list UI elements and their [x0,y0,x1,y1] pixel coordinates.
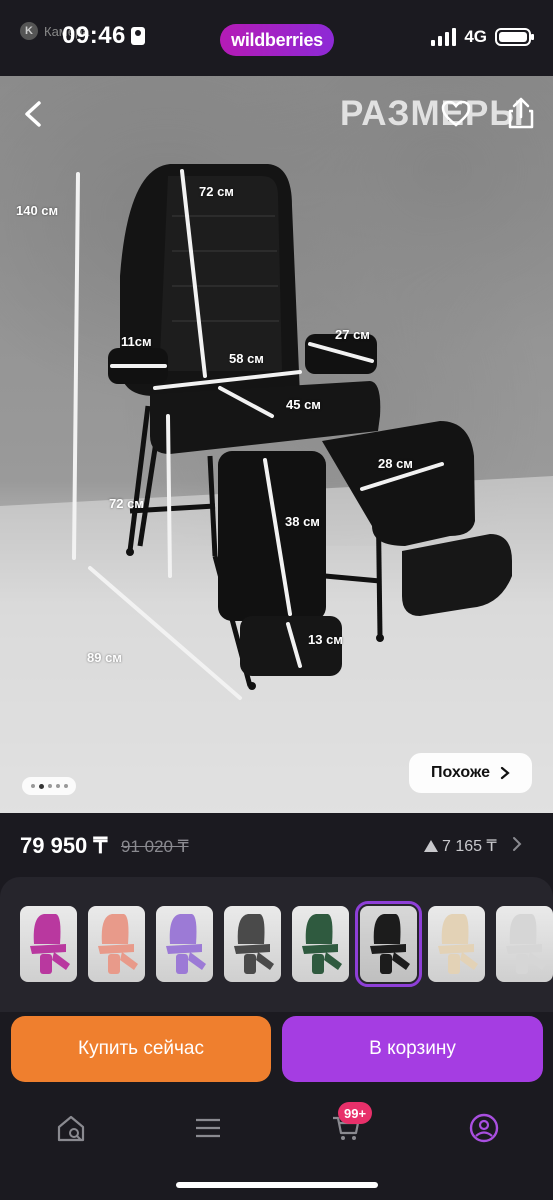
tab-profile[interactable] [468,1112,500,1144]
pagination-dot-active [38,783,44,789]
chair-thumbnail-icon [302,914,342,974]
color-variants [20,901,553,987]
chair-thumbnail-icon [234,914,274,974]
chair-thumbnail-icon [438,914,478,974]
status-bar: K Камера 09:46 wildberries 4G [0,0,553,76]
share-button[interactable] [505,96,537,130]
tab-home[interactable] [55,1112,87,1144]
color-variant-thumb[interactable] [224,906,281,982]
color-variant-thumb[interactable] [355,901,422,987]
action-bar: Купить сейчас В корзину [0,1012,553,1094]
old-price: 91 020 ₸ [121,837,189,856]
tab-bar: 99+ [0,1094,553,1200]
color-variant-thumb[interactable] [496,906,553,982]
dimension-label: 45 см [286,397,321,412]
pagination-dot [63,784,68,788]
home-indicator [176,1182,378,1188]
dimension-label: 13 см [308,632,343,647]
dimension-label: 28 см [378,456,413,471]
triangle-up-icon [424,840,438,852]
chair-thumbnail-icon [30,914,70,974]
color-variant-thumb[interactable] [88,906,145,982]
share-icon [508,97,534,129]
battery-icon [495,28,534,46]
dimension-label: 11см [121,334,152,349]
chair-thumbnail-icon [370,914,410,974]
dimension-label: 72 см [109,496,144,511]
clock: 09:46 [62,22,126,49]
dimension-label: 38 см [285,514,320,529]
tab-catalog[interactable] [192,1112,224,1144]
pagination-dot [30,784,35,788]
color-variant-thumb[interactable] [292,906,349,982]
brand-pill[interactable]: wildberries [220,24,334,56]
chair-thumbnail-icon [166,914,206,974]
chevron-left-icon [25,101,41,127]
pagination-dot [55,784,60,788]
status-icons: 4G [431,27,534,47]
network-label: 4G [464,27,487,46]
chair-thumbnail-icon [98,914,138,974]
chair-thumbnail-icon [506,914,546,974]
price-change-value: 7 165 ₸ [442,838,497,855]
price-change[interactable]: 7 165 ₸ [424,836,497,856]
price-row: 79 950 ₸ 91 020 ₸ 7 165 ₸ [0,813,553,877]
watermark-text: РАЗМЕРЫ [340,94,525,133]
buy-now-button[interactable]: Купить сейчас [11,1016,271,1082]
menu-icon [196,1118,220,1138]
color-variant-thumb[interactable] [156,906,213,982]
color-variant-thumb[interactable] [428,906,485,982]
favorite-button[interactable] [440,98,472,130]
signal-icon [431,28,457,46]
back-button[interactable] [18,98,50,130]
current-price: 79 950 ₸ [20,833,108,858]
profile-icon [469,1113,499,1143]
add-to-cart-button[interactable]: В корзину [282,1016,543,1082]
chevron-right-icon [500,766,510,780]
camera-app-icon: K [20,22,38,40]
product-gallery[interactable]: РАЗМЕРЫ 140 см 72 см 11см 27 см 58 см 45… [0,76,553,813]
dimension-label: 58 см [229,351,264,366]
dimension-label: 27 см [335,327,370,342]
contact-icon [131,27,145,45]
home-search-icon [57,1115,85,1142]
chevron-right-icon[interactable] [510,835,524,853]
cart-badge: 99+ [338,1102,373,1124]
similar-label: Похоже [431,764,490,781]
gallery-pagination [22,777,76,795]
pagination-dot [47,784,52,788]
dimension-label: 89 см [87,650,122,665]
chair-illustration [0,164,553,813]
similar-button[interactable]: Похоже [409,753,532,793]
dimension-label: 72 см [199,184,234,199]
heart-icon [441,100,471,127]
dimension-label: 140 см [16,203,59,218]
color-variant-thumb[interactable] [20,906,77,982]
